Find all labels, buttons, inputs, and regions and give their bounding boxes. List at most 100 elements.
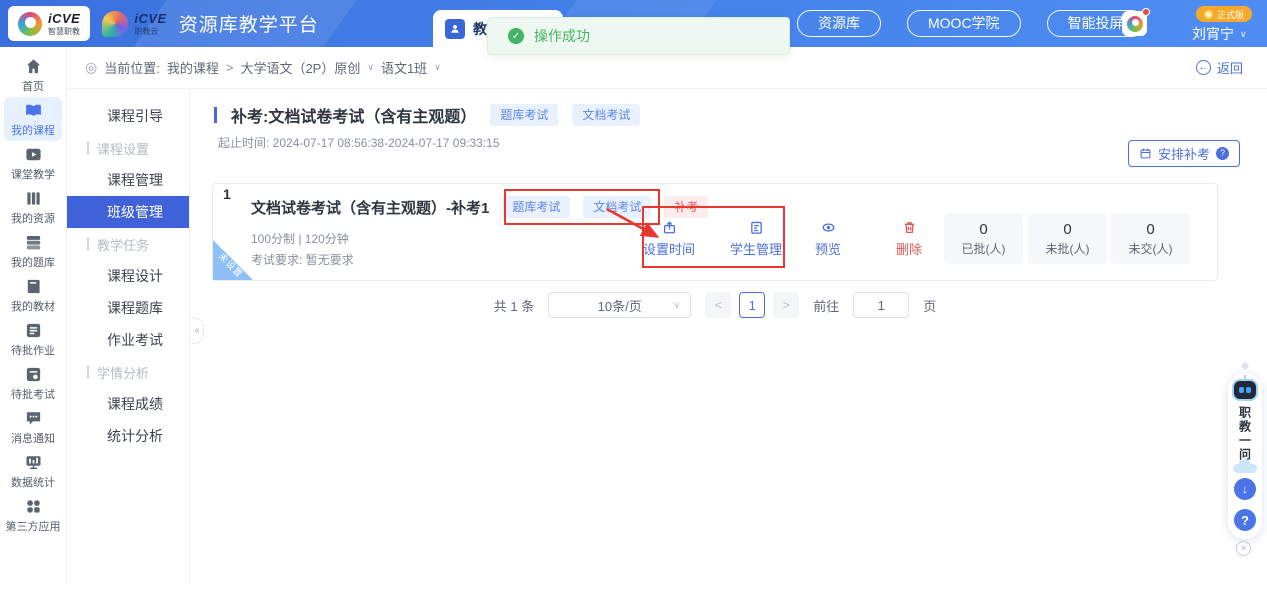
cloud-icon: [1233, 464, 1257, 473]
submenu-item-course-design[interactable]: 课程设计: [67, 260, 189, 292]
submenu-item-course-guide[interactable]: 课程引导: [67, 100, 189, 132]
prev-page-button[interactable]: <: [705, 292, 731, 318]
sidebar-item-pending-homework[interactable]: 待批作业: [0, 317, 66, 361]
user-avatar[interactable]: [1122, 11, 1147, 36]
chevron-down-icon[interactable]: ∨: [367, 62, 374, 73]
version-badge-label: 正式版: [1217, 8, 1244, 21]
icve-cloud-logo-text: iCVE 职教云: [134, 11, 166, 37]
submenu-section-teaching-tasks: 教学任务: [67, 228, 189, 260]
sidebar-item-label: 我的课程: [11, 122, 55, 138]
section-label: 学情分析: [97, 363, 149, 382]
page-unit-label: 页: [923, 296, 936, 315]
exam-time-range: 起止时间: 2024-07-17 08:56:38-2024-07-17 09:…: [218, 134, 500, 151]
exam-card-title: 文档试卷考试（含有主观题）-补考1: [251, 197, 489, 218]
action-delete[interactable]: 删除: [879, 220, 939, 258]
sidebar-item-home[interactable]: 首页: [0, 53, 66, 97]
action-preview[interactable]: 预览: [798, 220, 858, 258]
user-menu[interactable]: 刘宵宁 ∨: [1192, 24, 1247, 44]
logo1-sub: 智慧职教: [48, 26, 80, 37]
submenu-item-homework-exam[interactable]: 作业考试: [67, 324, 189, 356]
toast-message: 操作成功: [534, 26, 590, 46]
sidebar-item-label: 我的资源: [11, 210, 55, 226]
peacock-logo-icon: [102, 11, 128, 37]
help-icon[interactable]: ?: [1234, 509, 1256, 531]
widget-close-icon[interactable]: ×: [1236, 541, 1251, 556]
submenu-collapse-button[interactable]: «: [190, 318, 204, 344]
breadcrumb-course-dropdown[interactable]: 大学语文（2P）原创: [240, 58, 360, 77]
arrange-makeup-exam-button[interactable]: 安排补考 ?: [1128, 140, 1240, 167]
section-label: 教学任务: [97, 235, 149, 254]
help-icon[interactable]: ?: [1216, 147, 1229, 160]
back-button[interactable]: ← 返回: [1196, 58, 1243, 77]
sidebar-item-pending-exams[interactable]: 待批考试: [0, 361, 66, 405]
breadcrumb-my-courses[interactable]: 我的课程: [167, 58, 219, 77]
exam-score-duration: 100分制 | 120分钟: [251, 230, 349, 247]
section-label: 课程设置: [97, 139, 149, 158]
apps-grid-icon: [24, 497, 43, 516]
exam-header: 补考:文档试卷考试（含有主观题） 题库考试 文档考试: [214, 103, 640, 127]
download-icon[interactable]: ↓: [1234, 478, 1256, 500]
pager: < 1 >: [705, 292, 799, 318]
sidebar-item-classroom-teaching[interactable]: 课堂教学: [0, 141, 66, 185]
breadcrumb-class-dropdown[interactable]: 语文1班: [381, 58, 427, 77]
submenu-section-learning-analysis: 学情分析: [67, 356, 189, 388]
section-bar: [87, 365, 89, 379]
current-page-button[interactable]: 1: [739, 292, 765, 318]
sidebar-item-my-resources[interactable]: 我的资源: [0, 185, 66, 229]
page-size-select[interactable]: 10条/页 ∨: [548, 292, 691, 318]
stat-value: 0: [1063, 221, 1071, 238]
logo-area: iCVE 智慧职教 iCVE 职教云 资源库教学平台: [8, 6, 319, 41]
icve-zhijiaoyun-logo[interactable]: iCVE 职教云: [102, 11, 166, 37]
trash-icon: [902, 220, 917, 235]
section-bar: [87, 237, 89, 251]
submenu-item-course-grades[interactable]: 课程成绩: [67, 388, 189, 420]
pagination: 共 1 条 10条/页 ∨ < 1 > 前往 页: [212, 292, 1218, 318]
arrange-makeup-label: 安排补考: [1158, 144, 1210, 163]
sidebar-item-label: 消息通知: [11, 430, 55, 446]
page-size-value: 10条/页: [598, 296, 642, 315]
breadcrumb-separator: >: [226, 60, 234, 75]
sidebar-item-my-textbooks[interactable]: 我的教材: [0, 273, 66, 317]
sidebar-item-notifications[interactable]: 消息通知: [0, 405, 66, 449]
sidebar-item-third-party-apps[interactable]: 第三方应用: [0, 493, 66, 537]
main-content: 补考:文档试卷考试（含有主观题） 题库考试 文档考试 起止时间: 2024-07…: [190, 89, 1267, 602]
goto-page-input[interactable]: [853, 292, 909, 318]
sidebar-item-label: 数据统计: [11, 474, 55, 490]
avatar-logo-icon: [1127, 16, 1143, 32]
robot-eye: [1246, 387, 1251, 393]
calendar-icon: [1139, 147, 1152, 160]
course-submenu: 课程引导 课程设置 课程管理 班级管理 教学任务 课程设计 课程题库 作业考试 …: [67, 89, 190, 585]
chart-board-icon: [24, 453, 43, 472]
chevron-down-icon[interactable]: ∨: [434, 62, 441, 73]
home-icon: [24, 57, 43, 76]
submenu-item-statistical-analysis[interactable]: 统计分析: [67, 420, 189, 452]
stat-graded: 0 已批(人): [944, 213, 1023, 264]
sidebar-item-label: 首页: [22, 78, 44, 94]
pagination-total: 共 1 条: [494, 296, 534, 315]
nav-mooc-academy-button[interactable]: MOOC学院: [907, 10, 1021, 37]
section-bar: [87, 141, 89, 155]
submenu-item-course-management[interactable]: 课程管理: [67, 164, 189, 196]
eye-icon: [821, 220, 836, 235]
submenu-item-class-management[interactable]: 班级管理: [67, 196, 189, 228]
stat-ungraded: 0 未批(人): [1028, 213, 1107, 264]
sidebar-item-my-question-bank[interactable]: 我的题库: [0, 229, 66, 273]
sidebar-item-my-courses[interactable]: 我的课程: [4, 97, 62, 141]
chevron-down-icon: ∨: [674, 300, 681, 311]
sidebar-item-label: 课堂教学: [11, 166, 55, 182]
tag-document-exam: 文档考试: [572, 104, 640, 126]
icve-swirl-logo-icon: [18, 12, 42, 36]
stat-label: 未交(人): [1129, 240, 1173, 257]
submenu-item-course-question-bank[interactable]: 课程题库: [67, 292, 189, 324]
icve-zhihuizhijiao-logo[interactable]: iCVE 智慧职教: [8, 6, 90, 41]
tag-question-bank-exam: 题库考试: [490, 104, 558, 126]
avatar-notification-dot: [1142, 8, 1150, 16]
assistant-widget[interactable]: 职教一问 ↓ ?: [1228, 373, 1262, 539]
sidebar-item-label: 我的教材: [11, 298, 55, 314]
stat-label: 已批(人): [962, 240, 1006, 257]
nav-resource-library-button[interactable]: 资源库: [797, 10, 881, 37]
next-page-button[interactable]: >: [773, 292, 799, 318]
sidebar-item-data-statistics[interactable]: 数据统计: [0, 449, 66, 493]
username: 刘宵宁: [1192, 24, 1234, 44]
back-arrow-icon: ←: [1196, 60, 1211, 75]
